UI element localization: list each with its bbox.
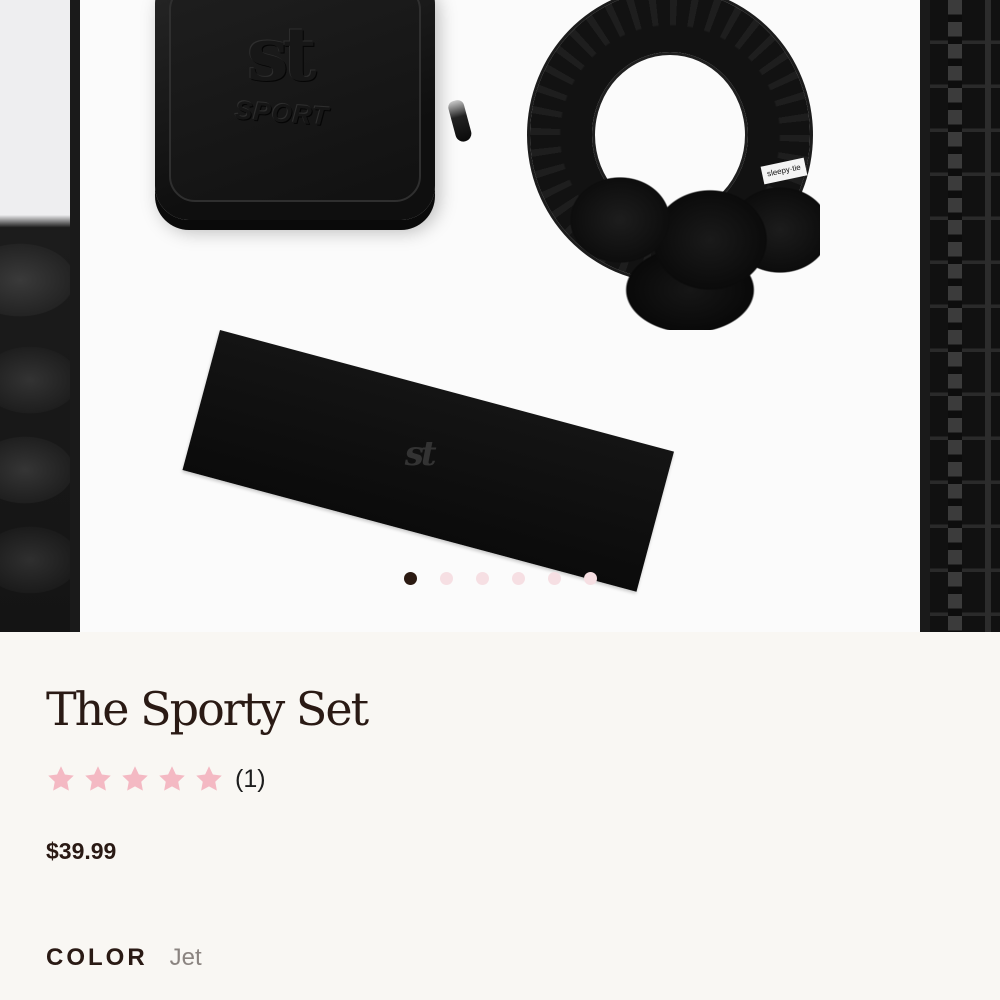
product-image-headband: st (182, 330, 674, 592)
color-option: COLOR Jet (46, 944, 202, 972)
gallery-dot-4[interactable] (511, 572, 525, 585)
color-option-value: Jet (169, 944, 202, 971)
case-emboss-word: SPORT (234, 94, 331, 132)
scrunchie-knot (560, 130, 820, 330)
case-zipper-pull (446, 98, 474, 144)
product-image-case: st SPORT (155, 0, 435, 220)
product-image-scrunchie: sleepy·tie (490, 0, 850, 350)
product-image-gallery[interactable]: st SPORT sleepy·tie st (0, 0, 1000, 632)
star-icon (159, 766, 185, 791)
gallery-dot-3[interactable] (475, 572, 489, 585)
case-emboss-logo: st (247, 12, 317, 98)
gallery-next-slide-peek[interactable] (930, 0, 1000, 632)
star-icon (196, 766, 222, 791)
gallery-dot-6[interactable] (583, 572, 597, 585)
product-price: $39.99 (46, 838, 117, 864)
gallery-dot-2[interactable] (439, 572, 453, 585)
gym-rack-rail (948, 0, 962, 632)
headband-logo: st (404, 433, 434, 474)
product-rating[interactable]: (1) (46, 764, 266, 794)
gallery-dot-1[interactable] (403, 572, 417, 585)
rating-stars (46, 764, 224, 794)
gym-rack-post (985, 0, 991, 632)
gallery-pagination (80, 572, 920, 585)
gallery-dot-5[interactable] (547, 572, 561, 585)
gallery-main-image[interactable]: st SPORT sleepy·tie st (80, 0, 920, 632)
product-title: The Sporty Set (46, 682, 369, 736)
star-icon (48, 766, 74, 791)
color-option-label: COLOR (46, 944, 148, 971)
star-icon (85, 766, 111, 791)
review-count[interactable]: (1) (235, 765, 266, 794)
star-icon (122, 766, 148, 791)
gallery-previous-slide-peek[interactable] (0, 0, 70, 632)
